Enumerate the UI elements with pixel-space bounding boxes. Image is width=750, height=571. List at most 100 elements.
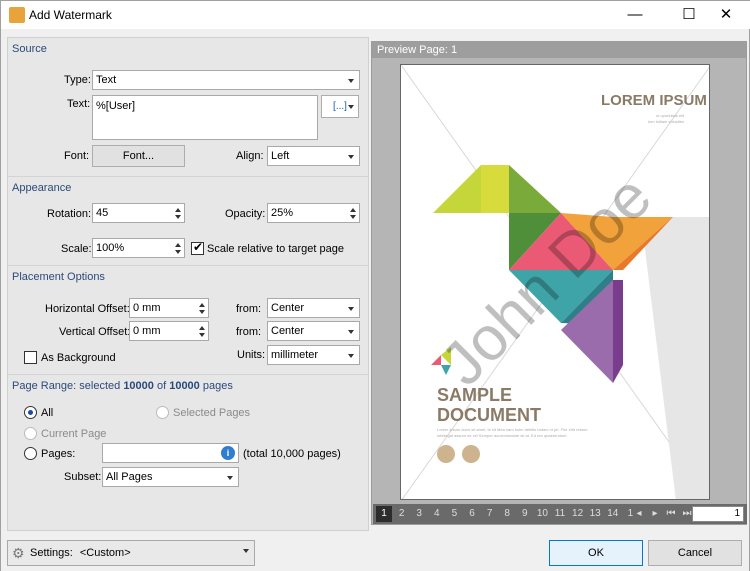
gear-icon: ⚙ bbox=[12, 545, 25, 561]
source-heading: Source bbox=[12, 43, 47, 55]
page-number-14[interactable]: 14 bbox=[605, 506, 621, 522]
opacity-spinner[interactable]: 25% bbox=[267, 203, 360, 223]
app-icon bbox=[9, 7, 25, 23]
page-number-4[interactable]: 4 bbox=[429, 506, 445, 522]
selected-pages-label: Selected Pages bbox=[173, 407, 251, 419]
units-dropdown[interactable]: millimeter bbox=[267, 345, 360, 365]
divider bbox=[7, 176, 369, 177]
page-number-3[interactable]: 3 bbox=[411, 506, 427, 522]
page-range-heading: Page Range: selected 10000 of 10000 page… bbox=[12, 380, 233, 392]
font-button[interactable]: Font... bbox=[92, 145, 185, 167]
as-background-checkbox[interactable] bbox=[24, 351, 37, 364]
scale-value: 100% bbox=[96, 242, 125, 254]
align-value: Left bbox=[271, 150, 290, 162]
type-value: Text bbox=[96, 74, 117, 86]
horizontal-from-label: from: bbox=[236, 303, 262, 315]
window-title: Add Watermark bbox=[29, 8, 112, 22]
title-bar: Add Watermark — ☐ ✕ bbox=[1, 1, 750, 29]
subset-dropdown[interactable]: All Pages bbox=[102, 467, 239, 487]
page-number-5[interactable]: 5 bbox=[446, 506, 462, 522]
font-label: Font: bbox=[64, 150, 90, 162]
origami-shape bbox=[433, 165, 481, 213]
scale-relative-checkbox[interactable]: ✔ bbox=[191, 240, 204, 255]
preview-pane: Preview Page: 1 LOREM IPSUM ut oporluita… bbox=[371, 41, 747, 525]
page-number-10[interactable]: 10 bbox=[534, 506, 550, 522]
rotation-spinner[interactable]: 45 bbox=[92, 203, 185, 223]
selected-pages-radio[interactable] bbox=[156, 406, 169, 419]
macro-icon: [...] bbox=[333, 101, 347, 112]
divider bbox=[7, 265, 369, 266]
origami-shape bbox=[481, 165, 509, 213]
page-number-12[interactable]: 12 bbox=[570, 506, 586, 522]
origami-shape bbox=[641, 217, 709, 499]
placement-heading: Placement Options bbox=[12, 271, 105, 283]
badge-icon bbox=[462, 445, 480, 463]
minimize-button[interactable]: — bbox=[612, 1, 658, 29]
vertical-offset-spinner[interactable]: 0 mm bbox=[129, 321, 209, 341]
cancel-button[interactable]: Cancel bbox=[648, 540, 742, 566]
settings-dropdown[interactable]: ⚙ Settings: <Custom> bbox=[7, 540, 255, 566]
ok-button[interactable]: OK bbox=[549, 540, 643, 566]
vertical-offset-value: 0 mm bbox=[133, 325, 161, 337]
page-number-7[interactable]: 7 bbox=[482, 506, 498, 522]
horizontal-offset-spinner[interactable]: 0 mm bbox=[129, 298, 209, 318]
page-number-9[interactable]: 9 bbox=[517, 506, 533, 522]
bottom-bar: ⚙ Settings: <Custom> OK Cancel bbox=[1, 535, 749, 571]
page-navigator: 1 2 3 4 5 6 7 8 9 10 11 12 13 14 1 ◂ ▸ ⏮ ⏭ 1 bbox=[373, 504, 747, 524]
origami-shape bbox=[509, 165, 561, 213]
close-button[interactable]: ✕ bbox=[703, 1, 749, 29]
settings-value: <Custom> bbox=[79, 547, 131, 559]
horizontal-from-value: Center bbox=[271, 302, 305, 314]
vertical-from-dropdown[interactable]: Center bbox=[267, 321, 360, 341]
macro-button[interactable]: [...] bbox=[321, 95, 359, 118]
opacity-label: Opacity: bbox=[225, 208, 266, 220]
prev-page-icon[interactable]: ◂ bbox=[631, 506, 647, 522]
preview-page-graphic: LOREM IPSUM ut oporluitas elit lorn toll… bbox=[401, 65, 709, 499]
next-page-icon[interactable]: ▸ bbox=[647, 506, 663, 522]
page-number-input[interactable]: 1 bbox=[692, 506, 744, 522]
vertical-offset-label: Vertical Offset: bbox=[59, 326, 131, 338]
preview-page: LOREM IPSUM ut oporluitas elit lorn toll… bbox=[400, 64, 710, 500]
origami-shape bbox=[613, 280, 623, 383]
type-label: Type: bbox=[64, 74, 91, 86]
body-line: intellegat assum ne vel Semper accommoda… bbox=[437, 433, 567, 438]
vertical-from-value: Center bbox=[271, 325, 305, 337]
units-label: Units: bbox=[237, 349, 266, 361]
subset-value: All Pages bbox=[106, 471, 153, 483]
rotation-value: 45 bbox=[96, 207, 109, 219]
appearance-heading: Appearance bbox=[12, 182, 72, 194]
rotation-label: Rotation: bbox=[47, 208, 92, 220]
pages-input[interactable]: i bbox=[102, 443, 239, 463]
text-input[interactable]: %[User] bbox=[92, 95, 318, 140]
horizontal-from-dropdown[interactable]: Center bbox=[267, 298, 360, 318]
current-page-radio[interactable] bbox=[24, 427, 37, 440]
lorem-heading: LOREM IPSUM bbox=[601, 92, 707, 109]
page-number-1[interactable]: 1 bbox=[376, 506, 392, 522]
subset-label: Subset: bbox=[64, 471, 102, 483]
page-number-11[interactable]: 11 bbox=[552, 506, 568, 522]
settings-label: Settings: bbox=[30, 547, 73, 559]
align-dropdown[interactable]: Left bbox=[267, 146, 360, 166]
page-number-8[interactable]: 8 bbox=[499, 506, 515, 522]
align-label: Align: bbox=[236, 150, 264, 162]
as-background-label: As Background bbox=[41, 352, 116, 364]
text-value: %[User] bbox=[96, 100, 136, 112]
type-dropdown[interactable]: Text bbox=[92, 70, 360, 90]
checkmark-icon: ✔ bbox=[193, 240, 204, 254]
all-pages-label: All bbox=[41, 407, 54, 419]
page-number-13[interactable]: 13 bbox=[587, 506, 603, 522]
first-page-icon[interactable]: ⏮ bbox=[663, 506, 679, 522]
scale-spinner[interactable]: 100% bbox=[92, 238, 185, 258]
all-pages-radio[interactable] bbox=[24, 406, 37, 419]
horizontal-offset-value: 0 mm bbox=[133, 302, 161, 314]
info-icon[interactable]: i bbox=[221, 446, 235, 460]
text-label: Text: bbox=[67, 98, 91, 110]
document-title: DOCUMENT bbox=[437, 405, 541, 425]
page-number-2[interactable]: 2 bbox=[394, 506, 410, 522]
page-number-6[interactable]: 6 bbox=[464, 506, 480, 522]
horizontal-offset-label: Horizontal Offset: bbox=[45, 303, 130, 315]
pages-radio[interactable] bbox=[24, 447, 37, 460]
divider bbox=[7, 374, 369, 375]
current-page-label: Current Page bbox=[41, 428, 107, 440]
total-pages-note: (total 10,000 pages) bbox=[243, 448, 341, 460]
